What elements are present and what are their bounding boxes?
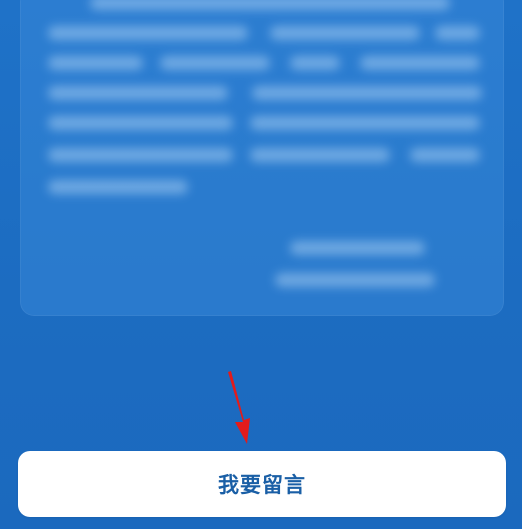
blurred-text-line xyxy=(290,56,340,70)
blurred-text-line xyxy=(360,56,480,70)
page-background: 我要留言 xyxy=(0,0,522,529)
blurred-text-line xyxy=(48,148,233,162)
blurred-text-line xyxy=(250,116,480,130)
baidu-jingyan-watermark-icon xyxy=(418,485,504,512)
blurred-signature xyxy=(290,241,425,255)
blurred-text-line xyxy=(435,26,480,40)
blurred-text-line xyxy=(48,180,188,194)
blurred-letter-content xyxy=(20,0,504,316)
blurred-text-line xyxy=(160,56,270,70)
blurred-text-line xyxy=(252,86,482,100)
leave-message-label: 我要留言 xyxy=(218,473,306,497)
blurred-date xyxy=(275,273,435,287)
blurred-text-line xyxy=(48,116,233,130)
blurred-text-line xyxy=(48,26,248,40)
blurred-text-line xyxy=(48,56,143,70)
blurred-text-line xyxy=(270,26,420,40)
letter-card xyxy=(20,0,504,316)
blurred-text-line xyxy=(48,86,228,100)
red-annotation-arrow-icon xyxy=(228,371,250,444)
blurred-text-line xyxy=(250,148,390,162)
blurred-text-line xyxy=(410,148,480,162)
blurred-text-line xyxy=(90,0,450,10)
